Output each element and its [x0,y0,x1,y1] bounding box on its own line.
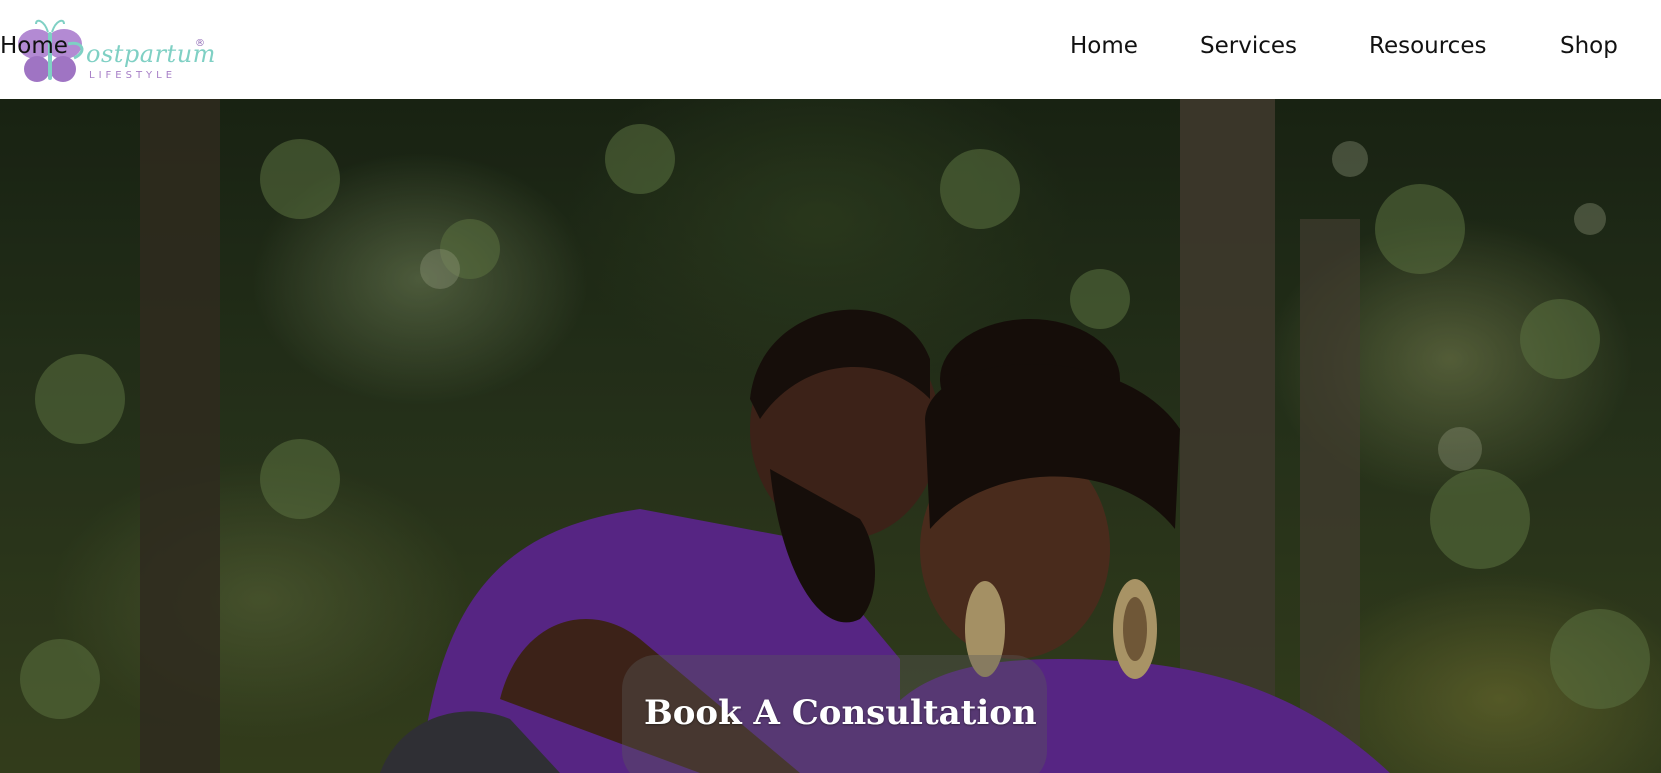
book-consultation-label: Book A Consultation [644,693,1037,733]
site-header: ostpartum LIFESTYLE ® Home Home Services… [0,0,1661,99]
nav-services-link[interactable]: Services [1200,33,1297,59]
nav-shop-link[interactable]: Shop [1560,33,1618,59]
nav-home-link[interactable]: Home [1070,33,1138,59]
nav-home[interactable]: Home [0,33,68,59]
registered-mark: ® [195,38,205,49]
nav-resources-link[interactable]: Resources [1369,33,1486,59]
book-consultation-button[interactable]: Book A Consultation [622,655,1047,773]
hero-banner: Book A Consultation [0,99,1661,773]
logo-subtitle: LIFESTYLE [89,70,177,81]
